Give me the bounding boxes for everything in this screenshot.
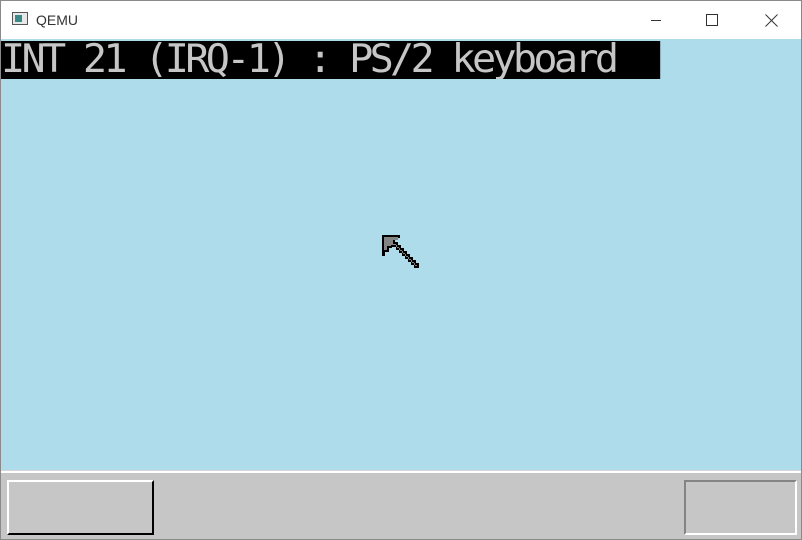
title-bar[interactable]: QEMU bbox=[1, 1, 801, 39]
start-button[interactable] bbox=[7, 480, 154, 535]
minimize-button[interactable] bbox=[633, 1, 679, 39]
window-title: QEMU bbox=[36, 12, 78, 28]
app-icon-screen bbox=[15, 15, 22, 22]
guest-taskbar bbox=[1, 473, 801, 539]
close-button[interactable] bbox=[748, 1, 794, 39]
qemu-app-icon[interactable] bbox=[12, 12, 28, 25]
console-message: INT 21 (IRQ-1) : PS/2 keyboard bbox=[1, 41, 661, 79]
system-tray[interactable] bbox=[684, 480, 797, 535]
minimize-icon bbox=[651, 20, 661, 21]
maximize-button[interactable] bbox=[689, 1, 735, 39]
guest-display[interactable]: INT 21 (IRQ-1) : PS/2 keyboard bbox=[1, 39, 801, 470]
maximize-icon bbox=[706, 14, 718, 26]
qemu-window: QEMU INT 21 (IRQ-1) : PS/2 keyboard bbox=[0, 0, 802, 540]
close-icon bbox=[764, 13, 778, 27]
mouse-pointer-icon bbox=[382, 235, 419, 268]
